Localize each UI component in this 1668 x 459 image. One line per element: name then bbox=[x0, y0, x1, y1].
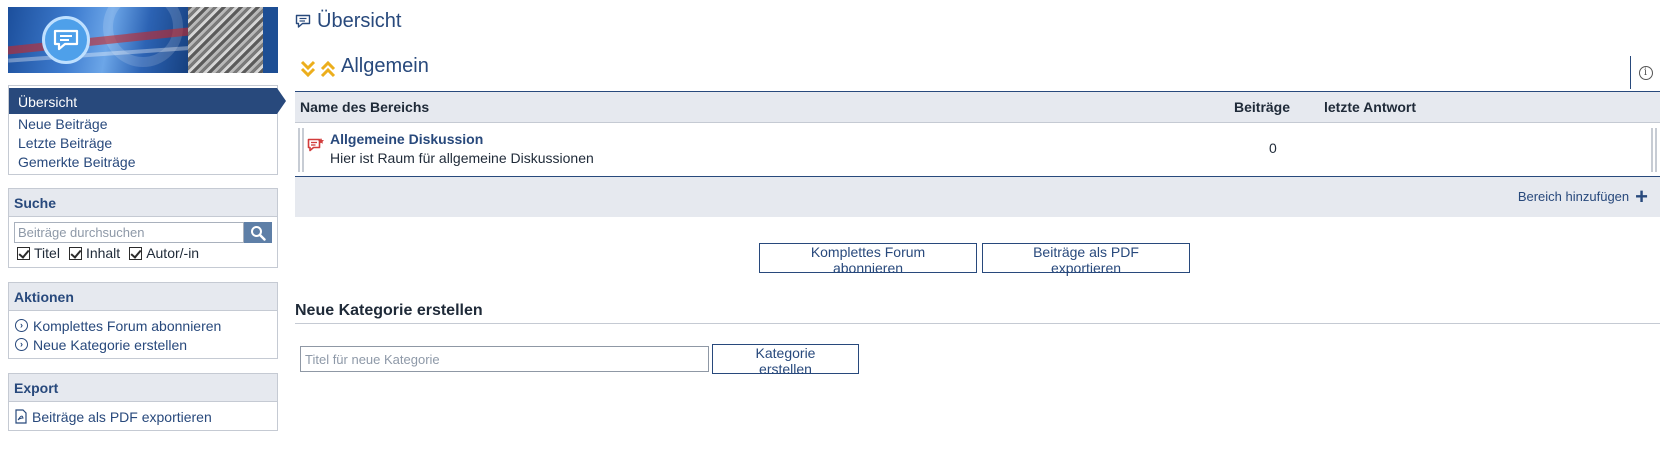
search-option-autor[interactable]: Autor/-in bbox=[129, 245, 199, 261]
table-header: Name des Bereichs Beiträge letzte Antwor… bbox=[295, 92, 1660, 123]
sidebar-nav: Übersicht Neue Beiträge Letzte Beiträge … bbox=[8, 85, 286, 175]
actions-heading: Aktionen bbox=[9, 283, 277, 311]
sidebar: Übersicht Neue Beiträge Letzte Beiträge … bbox=[8, 7, 286, 431]
info-icon[interactable]: i bbox=[1638, 65, 1653, 80]
search-box: Suche Titel Inhalt Autor/-in bbox=[8, 188, 278, 268]
banner-graphic bbox=[8, 7, 228, 73]
checkbox-inhalt[interactable] bbox=[68, 246, 82, 260]
pdf-file-icon bbox=[15, 409, 27, 424]
page-title-text: Übersicht bbox=[317, 10, 402, 32]
action-subscribe-forum[interactable]: › Komplettes Forum abonnieren bbox=[9, 316, 277, 335]
forum-area-link[interactable]: Allgemeine Diskussion bbox=[330, 131, 483, 147]
banner-photo bbox=[188, 7, 263, 73]
checkbox-autor[interactable] bbox=[129, 246, 143, 260]
search-heading: Suche bbox=[9, 189, 277, 217]
search-option-label: Autor/-in bbox=[146, 245, 200, 261]
action-label: Komplettes Forum abonnieren bbox=[33, 317, 222, 334]
category-title: Allgemein bbox=[341, 55, 429, 77]
action-label: Neue Kategorie erstellen bbox=[33, 336, 188, 353]
sidebar-item-letzte-beitraege[interactable]: Letzte Beiträge bbox=[9, 133, 277, 152]
column-header-posts: Beiträge bbox=[1234, 99, 1291, 115]
export-pdf-button[interactable]: Beiträge als PDF exportieren bbox=[982, 243, 1190, 276]
checkbox-titel[interactable] bbox=[17, 246, 30, 260]
actions-box: Aktionen › Komplettes Forum abonnieren ›… bbox=[8, 282, 278, 359]
new-category-input[interactable] bbox=[300, 346, 709, 372]
add-area-button[interactable]: Bereich hinzufügen + bbox=[1517, 183, 1648, 209]
category-info[interactable]: i bbox=[1630, 56, 1660, 89]
chevron-up-icon[interactable] bbox=[320, 60, 336, 81]
category-header: Allgemein i bbox=[295, 52, 1660, 92]
column-header-name: Name des Bereichs bbox=[300, 99, 430, 115]
search-button[interactable] bbox=[244, 222, 272, 243]
search-option-titel[interactable]: Titel bbox=[17, 245, 60, 261]
table-footer: Bereich hinzufügen + bbox=[295, 177, 1660, 217]
drag-handle[interactable] bbox=[1651, 128, 1657, 172]
circle-arrow-icon: › bbox=[15, 338, 28, 351]
search-option-label: Inhalt bbox=[85, 245, 121, 261]
chevron-down-icon[interactable] bbox=[300, 60, 316, 81]
add-area-label: Bereich hinzufügen bbox=[1517, 189, 1630, 204]
action-export-pdf[interactable]: Beiträge als PDF exportieren bbox=[9, 407, 277, 426]
export-heading: Export bbox=[9, 374, 277, 402]
plus-icon: + bbox=[1635, 183, 1648, 209]
drag-handle[interactable] bbox=[298, 128, 304, 172]
action-label: Beiträge als PDF exportieren bbox=[32, 408, 212, 425]
subscribe-forum-button[interactable]: Komplettes Forum abonnieren bbox=[759, 243, 977, 276]
export-box: Export Beiträge als PDF exportieren bbox=[8, 373, 278, 431]
forum-area-post-count: 0 bbox=[1269, 140, 1277, 156]
banner-edge bbox=[263, 7, 278, 73]
sidebar-item-neue-beitraege[interactable]: Neue Beiträge bbox=[9, 114, 277, 133]
table-row[interactable]: Allgemeine Diskussion Hier ist Raum für … bbox=[295, 123, 1660, 177]
search-option-inhalt[interactable]: Inhalt bbox=[68, 245, 121, 261]
search-input[interactable] bbox=[14, 222, 245, 243]
search-icon bbox=[251, 225, 266, 241]
forum-banner bbox=[8, 7, 278, 73]
action-new-category[interactable]: › Neue Kategorie erstellen bbox=[9, 335, 277, 354]
forum-speech-bubble-icon bbox=[42, 16, 90, 64]
forum-area-description: Hier ist Raum für allgemeine Diskussione… bbox=[330, 150, 594, 166]
create-category-button[interactable]: Kategorie erstellen bbox=[712, 344, 859, 377]
sidebar-item-uebersicht[interactable]: Übersicht bbox=[9, 88, 286, 114]
page-title: Übersicht bbox=[295, 10, 401, 33]
search-option-label: Titel bbox=[34, 245, 60, 261]
new-category-heading: Neue Kategorie erstellen bbox=[295, 302, 1660, 324]
forum-bubble-icon bbox=[295, 14, 311, 28]
forum-area-icon bbox=[307, 137, 325, 156]
sidebar-item-gemerkte-beitraege[interactable]: Gemerkte Beiträge bbox=[9, 152, 277, 171]
circle-arrow-icon: › bbox=[15, 319, 28, 332]
column-header-last-reply: letzte Antwort bbox=[1324, 99, 1417, 115]
